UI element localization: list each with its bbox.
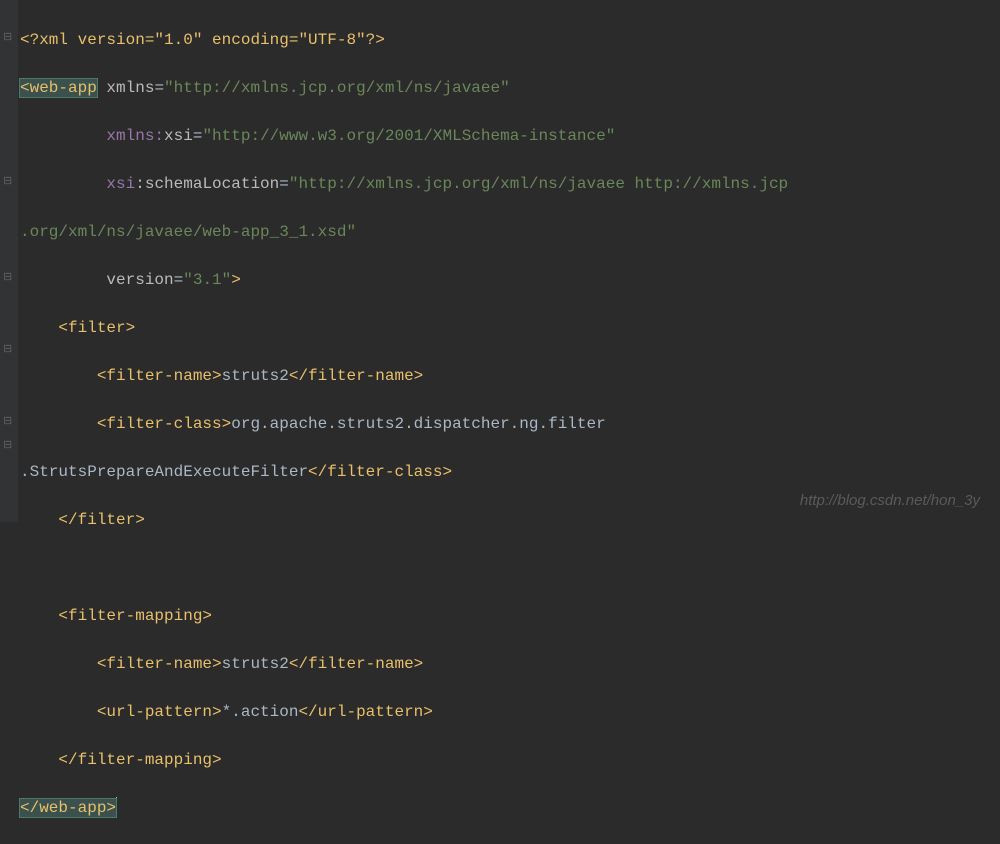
open-tag-webapp: <web-app (20, 79, 97, 97)
close-tag-filter: </filter> (58, 511, 144, 529)
fold-marker-icon[interactable]: ⊟ (3, 438, 15, 450)
open-tag-filter-mapping: <filter-mapping> (58, 607, 212, 625)
code-line: </filter-mapping> (0, 748, 1000, 772)
code-line: .StrutsPrepareAndExecuteFilter</filter-c… (0, 460, 1000, 484)
xml-declaration: <?xml version="1.0" encoding="UTF-8"?> (20, 31, 385, 49)
code-line: xsi:schemaLocation="http://xmlns.jcp.org… (0, 172, 1000, 196)
fold-marker-icon[interactable]: ⊟ (3, 30, 15, 42)
fold-marker-icon[interactable]: ⊟ (3, 174, 15, 186)
code-line: .org/xml/ns/javaee/web-app_3_1.xsd" (0, 220, 1000, 244)
code-line: xmlns:xsi="http://www.w3.org/2001/XMLSch… (0, 124, 1000, 148)
code-line: <filter-class>org.apache.struts2.dispatc… (0, 412, 1000, 436)
code-line: <filter> (0, 316, 1000, 340)
code-line: <?xml version="1.0" encoding="UTF-8"?> (0, 28, 1000, 52)
watermark-text: http://blog.csdn.net/hon_3y (800, 490, 980, 513)
fold-marker-icon[interactable]: ⊟ (3, 270, 15, 282)
code-editor[interactable]: <?xml version="1.0" encoding="UTF-8"?> <… (0, 0, 1000, 844)
editor-gutter: ⊟ ⊟ ⊟ ⊟ ⊟ ⊟ (0, 0, 18, 522)
code-line: <filter-name>struts2</filter-name> (0, 364, 1000, 388)
code-line (0, 556, 1000, 580)
code-line: <web-app xmlns="http://xmlns.jcp.org/xml… (0, 76, 1000, 100)
fold-marker-icon[interactable]: ⊟ (3, 414, 15, 426)
code-line: <url-pattern>*.action</url-pattern> (0, 700, 1000, 724)
close-tag-webapp: </web-app> (20, 799, 116, 817)
code-line: <filter-name>struts2</filter-name> (0, 652, 1000, 676)
fold-marker-icon[interactable]: ⊟ (3, 342, 15, 354)
code-line: <filter-mapping> (0, 604, 1000, 628)
text-cursor (116, 797, 117, 815)
code-line: </web-app> (0, 796, 1000, 820)
code-line: version="3.1"> (0, 268, 1000, 292)
close-tag-filter-mapping: </filter-mapping> (58, 751, 221, 769)
open-tag-filter: <filter> (58, 319, 135, 337)
